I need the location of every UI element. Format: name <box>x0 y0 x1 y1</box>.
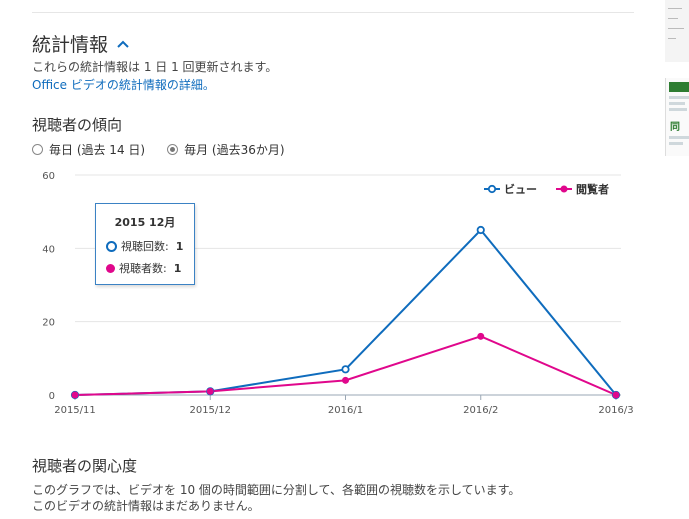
data-point <box>206 387 214 395</box>
top-divider <box>32 12 634 13</box>
x-tick-label: 2016/1 <box>328 405 363 416</box>
tooltip-views-label: 視聴回数: <box>121 240 169 253</box>
radio-monthly-circle[interactable] <box>167 144 179 155</box>
data-point <box>612 391 620 399</box>
radio-monthly-label: 毎月 (過去36か月) <box>184 143 285 157</box>
x-tick-label: 2016/3 <box>598 405 633 416</box>
data-point <box>71 391 79 399</box>
thumb1-line <box>668 28 684 29</box>
update-note: これらの統計情報は 1 日 1 回更新されます。 <box>32 60 278 74</box>
legend-label: ビュー <box>504 182 537 196</box>
tooltip-title: 2015 12月 <box>114 216 176 229</box>
viewer-trend-chart: 0 20 40 60 2015/11 2015/12 2016/1 2016/2 2016/3 ビ… <box>42 171 633 416</box>
svg-text:同: 同 <box>670 121 680 133</box>
y-tick-label: 20 <box>42 318 55 329</box>
data-point <box>476 225 485 235</box>
x-tick-label: 2015/11 <box>54 405 96 416</box>
data-point <box>342 376 349 384</box>
chart-tooltip: 2015 12月 視聴回数: 1 視聴者数: 1 <box>95 203 195 285</box>
tooltip-views-value: 1 <box>175 239 184 253</box>
legend-marker <box>487 184 497 194</box>
thumbnail-preview: 同 <box>669 82 689 145</box>
stats-heading[interactable]: 統計情報 <box>32 30 130 57</box>
engagement-desc: このグラフでは、ビデオを 10 個の時間範囲に分割して、各範囲の視聴数を示してい… <box>32 483 521 497</box>
engagement-title: 視聴者の関心度 <box>32 457 138 475</box>
legend-marker <box>560 185 568 193</box>
y-tick-label: 40 <box>42 244 55 255</box>
radio-monthly[interactable]: 毎月 (過去36か月) <box>167 141 285 158</box>
tooltip-viewers-label: 視聴者数: <box>119 262 167 275</box>
stats-details-link[interactable]: Office ビデオの統計情報の詳細。 <box>32 76 215 93</box>
thumb1-line <box>668 8 682 9</box>
tooltip-viewers-value: 1 <box>173 261 182 275</box>
stats-title: 統計情報 <box>32 34 109 56</box>
y-tick-label: 60 <box>42 171 55 182</box>
radio-daily[interactable]: 毎日 (過去 14 日) <box>32 141 145 158</box>
data-point <box>477 332 485 340</box>
period-radio-group: 毎日 (過去 14 日) 毎月 (過去36か月) <box>32 141 285 158</box>
x-tick-label: 2016/2 <box>463 405 498 416</box>
data-point <box>341 365 350 374</box>
trend-title: 視聴者の傾向 <box>32 116 123 134</box>
x-tick-label: 2015/12 <box>189 405 231 416</box>
side-thumbnail-2[interactable]: 同 <box>665 78 689 156</box>
radio-daily-label: 毎日 (過去 14 日) <box>49 143 146 157</box>
tooltip-row-views: 視聴回数: 1 <box>106 238 183 254</box>
side-thumbnail-1[interactable] <box>665 0 689 62</box>
chevron-up-icon[interactable] <box>116 37 130 51</box>
tooltip-row-viewers: 視聴者数: 1 <box>106 260 181 276</box>
thumb1-line <box>668 38 676 39</box>
radio-daily-circle[interactable] <box>32 144 43 155</box>
thumb1-line <box>668 18 678 19</box>
engagement-empty: このビデオの統計情報はまだありません。 <box>32 499 260 513</box>
views-marker-icon <box>106 240 117 252</box>
viewers-marker-icon <box>106 263 115 273</box>
legend-label: 閲覧者 <box>576 182 609 196</box>
y-tick-label: 0 <box>49 391 55 402</box>
